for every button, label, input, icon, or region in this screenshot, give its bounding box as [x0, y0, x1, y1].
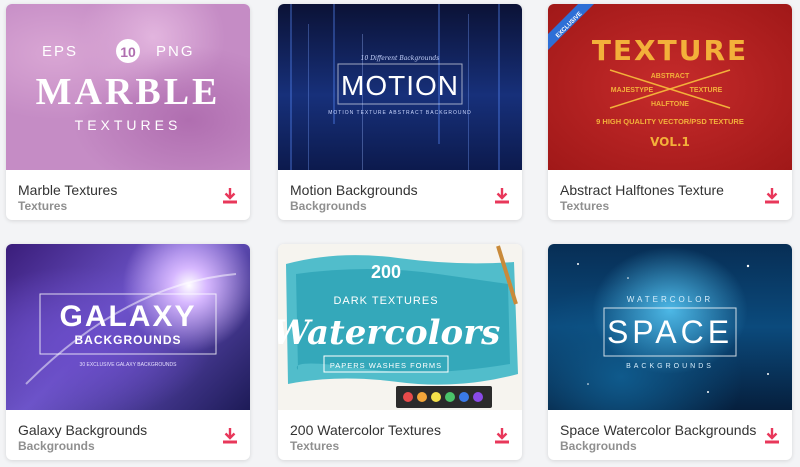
thumbnail-galaxy-art: GALAXY BACKGROUNDS 30 EXCLUSIVE GALAXY B… [25, 273, 237, 385]
motion-title-text: MOTION [341, 70, 459, 101]
thumbnail-watercolors[interactable]: 200 DARK TEXTURES Watercolors PAPERS WAS… [278, 244, 522, 410]
thumbnail-watercolors-art: 200 DARK TEXTURES Watercolors PAPERS WAS… [278, 245, 518, 408]
water-line1-text: DARK TEXTURES [333, 295, 438, 307]
galaxy-sub-text: BACKGROUNDS [75, 333, 182, 347]
asset-card-galaxy-backgrounds[interactable]: GALAXY BACKGROUNDS 30 EXCLUSIVE GALAXY B… [6, 244, 250, 460]
asset-category[interactable]: Backgrounds [18, 439, 95, 453]
water-tags-text: PAPERS WASHES FORMS [330, 361, 442, 370]
marble-eps-text: EPS [42, 43, 78, 60]
marble-badge-text: 10 [120, 44, 136, 60]
exclusive-ribbon: EXCLUSIVE [548, 4, 594, 50]
asset-category[interactable]: Textures [560, 199, 609, 213]
card-caption: Galaxy Backgrounds Backgrounds [6, 410, 250, 460]
download-icon[interactable] [492, 186, 512, 206]
download-icon[interactable] [220, 426, 240, 446]
asset-title[interactable]: Motion Backgrounds [290, 182, 418, 198]
asset-title[interactable]: 200 Watercolor Textures [290, 422, 441, 438]
space-sub-text: BACKGROUNDS [626, 363, 714, 370]
galaxy-title-text: GALAXY [59, 300, 196, 333]
download-icon[interactable] [220, 186, 240, 206]
texture-majestype-text: MAJESTYPE [611, 87, 654, 94]
thumbnail-motion[interactable]: 10 Different Backgrounds MOTION MOTION T… [278, 4, 522, 170]
thumbnail-texture[interactable]: EXCLUSIVE TEXTURE ABSTRACT MAJESTYPE TEX… [548, 4, 792, 170]
asset-title[interactable]: Space Watercolor Backgrounds [560, 422, 756, 438]
card-caption: 200 Watercolor Textures Textures [278, 410, 522, 460]
thumbnail-space[interactable]: WATERCOLOR SPACE BACKGROUNDS [548, 244, 792, 410]
thumbnail-galaxy[interactable]: GALAXY BACKGROUNDS 30 EXCLUSIVE GALAXY B… [6, 244, 250, 410]
marble-png-text: PNG [156, 43, 195, 60]
thumbnail-texture-art: EXCLUSIVE TEXTURE ABSTRACT MAJESTYPE TEX… [548, 4, 748, 149]
asset-card-200-watercolor-textures[interactable]: 200 DARK TEXTURES Watercolors PAPERS WAS… [278, 244, 522, 460]
thumbnail-marble[interactable]: EPS 10 PNG MARBLE TEXTURES [6, 4, 250, 170]
asset-title[interactable]: Abstract Halftones Texture [560, 182, 724, 198]
asset-grid: EPS 10 PNG MARBLE TEXTURES Marble Textur… [0, 0, 800, 467]
download-icon[interactable] [762, 426, 782, 446]
asset-card-space-watercolor-backgrounds[interactable]: WATERCOLOR SPACE BACKGROUNDS Space Water… [548, 244, 792, 460]
download-icon[interactable] [762, 186, 782, 206]
marble-title-text: MARBLE [36, 71, 221, 113]
thumbnail-marble-art: EPS 10 PNG MARBLE TEXTURES [36, 39, 221, 133]
asset-title[interactable]: Marble Textures [18, 182, 117, 198]
motion-kicker-text: 10 Different Backgrounds [361, 55, 440, 62]
texture-texture-text: TEXTURE [690, 87, 723, 94]
download-icon[interactable] [492, 426, 512, 446]
asset-category[interactable]: Backgrounds [560, 439, 637, 453]
water-count-text: 200 [371, 262, 401, 282]
paint-palette [396, 386, 492, 408]
texture-title-text: TEXTURE [592, 34, 748, 67]
asset-card-abstract-halftones-texture[interactable]: EXCLUSIVE TEXTURE ABSTRACT MAJESTYPE TEX… [548, 4, 792, 220]
galaxy-kicker-text: 30 EXCLUSIVE GALAXY BACKGROUNDS [80, 362, 178, 368]
texture-vol-text: VOL.1 [650, 135, 690, 149]
card-caption: Marble Textures Textures [6, 170, 250, 220]
thumbnail-motion-art: 10 Different Backgrounds MOTION MOTION T… [290, 4, 500, 170]
asset-card-motion-backgrounds[interactable]: 10 Different Backgrounds MOTION MOTION T… [278, 4, 522, 220]
thumbnail-space-art: WATERCOLOR SPACE BACKGROUNDS [577, 263, 769, 393]
marble-sub-text: TEXTURES [75, 117, 182, 133]
space-title-text: SPACE [607, 314, 733, 350]
texture-abstract-text: ABSTRACT [651, 73, 690, 80]
space-kicker-text: WATERCOLOR [627, 295, 713, 304]
card-caption: Abstract Halftones Texture Textures [548, 170, 792, 220]
asset-category[interactable]: Textures [290, 439, 339, 453]
asset-card-marble-textures[interactable]: EPS 10 PNG MARBLE TEXTURES Marble Textur… [6, 4, 250, 220]
motion-sub-text: MOTION TEXTURE ABSTRACT BACKGROUND [328, 110, 472, 116]
texture-line-text: 9 HIGH QUALITY VECTOR/PSD TEXTURE [596, 117, 744, 126]
card-caption: Motion Backgrounds Backgrounds [278, 170, 522, 220]
water-title-text: Watercolors [278, 313, 500, 353]
asset-category[interactable]: Backgrounds [290, 199, 367, 213]
asset-title[interactable]: Galaxy Backgrounds [18, 422, 147, 438]
asset-category[interactable]: Textures [18, 199, 67, 213]
card-caption: Space Watercolor Backgrounds Backgrounds [548, 410, 792, 460]
texture-halftone-text: HALFTONE [651, 101, 689, 108]
